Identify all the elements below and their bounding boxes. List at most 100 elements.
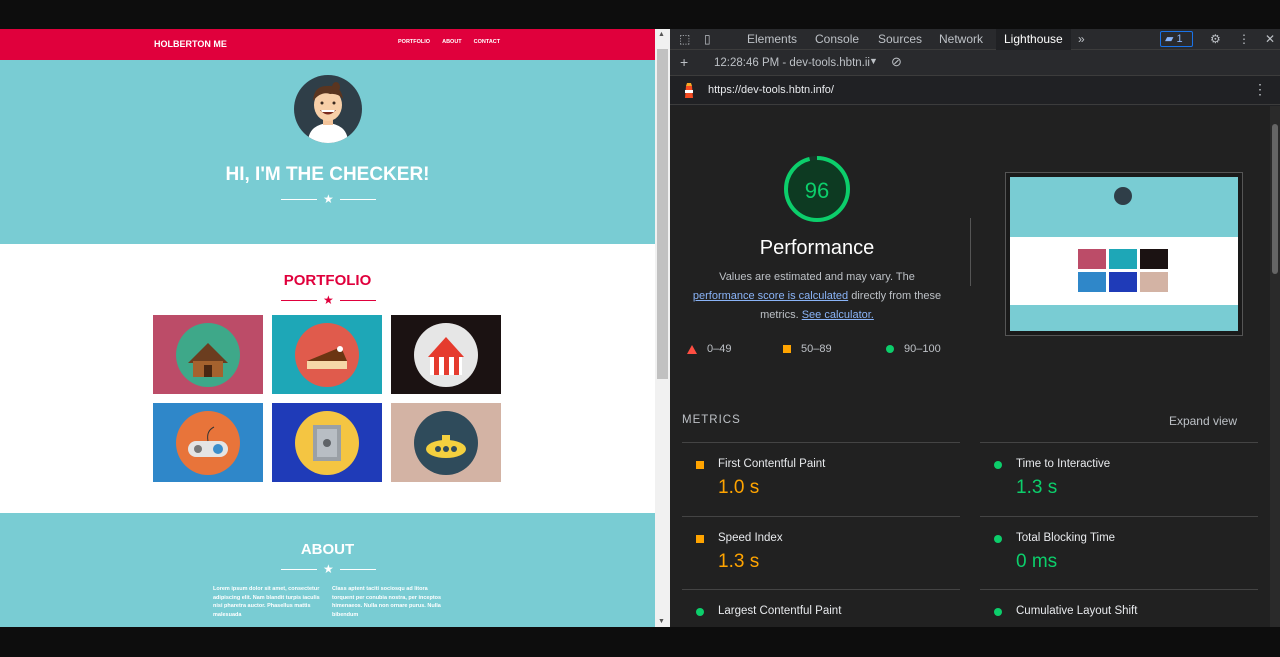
clear-icon[interactable]: ⊘ — [891, 54, 902, 70]
report-menu-icon[interactable]: ⋮ — [1253, 81, 1267, 98]
score-calculated-link[interactable]: performance score is calculated — [693, 290, 848, 302]
site-navbar: HOLBERTON ME PORTFOLIO ABOUT CONTACT — [0, 29, 655, 60]
portfolio-tile-cake[interactable] — [272, 315, 382, 394]
portfolio-tile-submarine[interactable] — [391, 403, 501, 482]
circus-tent-icon — [414, 322, 478, 387]
report-selector[interactable]: 12:28:46 PM - dev-tools.hbtn.ii — [714, 57, 870, 69]
see-calculator-link[interactable]: See calculator. — [802, 309, 874, 321]
tab-network[interactable]: Network — [939, 32, 983, 46]
portfolio-divider: ★ — [281, 294, 376, 306]
portfolio-tile-safe[interactable] — [272, 403, 382, 482]
star-icon: ★ — [323, 562, 334, 576]
dropdown-arrow-icon[interactable]: ▼ — [869, 56, 878, 66]
desc-text-1: Values are estimated and may vary. The — [719, 271, 915, 283]
metric-value: 1.0 s — [718, 477, 760, 498]
issues-badge[interactable]: ▰ 1 — [1160, 31, 1193, 47]
about-text-col2: Class aptent taciti sociosqu ad litora t… — [332, 586, 442, 618]
average-square-icon — [783, 345, 791, 353]
metric-name: First Contentful Paint — [718, 458, 826, 470]
issues-count: 1 — [1176, 33, 1183, 45]
performance-title: Performance — [759, 237, 875, 259]
pass-circle-icon — [994, 608, 1002, 616]
lighthouse-toolbar: + 12:28:46 PM - dev-tools.hbtn.ii ▼ ⊘ — [670, 50, 1280, 76]
site-brand[interactable]: HOLBERTON ME — [154, 39, 227, 49]
site-nav-links: PORTFOLIO ABOUT CONTACT — [398, 39, 500, 45]
devtools-panel: ⬚ ▯ Elements Console Sources Network Lig… — [670, 29, 1280, 627]
about-text-col1: Lorem ipsum dolor sit amet, consectetur … — [213, 586, 320, 618]
metric-name: Speed Index — [718, 532, 783, 544]
portfolio-tile-controller[interactable] — [153, 403, 263, 482]
report-url-bar: https://dev-tools.hbtn.info/ ⋮ — [670, 76, 1280, 105]
metric-cls: Cumulative Layout Shift — [980, 589, 1258, 627]
metric-tbt: Total Blocking Time 0 ms — [980, 516, 1258, 589]
safe-icon — [295, 410, 359, 475]
scroll-down-icon[interactable]: ▼ — [658, 618, 665, 625]
about-title: ABOUT — [300, 541, 355, 558]
star-icon: ★ — [323, 293, 334, 307]
legend-pass-label: 90–100 — [904, 343, 941, 355]
legend-average: 50–89 — [783, 343, 832, 355]
metric-value: 0 ms — [1016, 551, 1058, 572]
portfolio-section: PORTFOLIO ★ — [0, 244, 655, 513]
cabin-icon — [176, 322, 240, 387]
metric-lcp: Largest Contentful Paint — [682, 589, 960, 627]
pass-circle-icon — [994, 535, 1002, 543]
more-tabs-icon[interactable]: » — [1078, 32, 1085, 46]
metric-name: Time to Interactive — [1016, 458, 1111, 470]
expand-view-toggle[interactable]: Expand view — [1169, 414, 1237, 428]
metric-tti: Time to Interactive 1.3 s — [980, 442, 1258, 516]
lighthouse-icon — [685, 83, 693, 98]
star-icon: ★ — [323, 192, 334, 206]
about-divider: ★ — [281, 563, 376, 575]
portfolio-tile-cabin[interactable] — [153, 315, 263, 394]
cake-icon — [295, 322, 359, 387]
page-scrollbar-thumb[interactable] — [657, 49, 668, 379]
tab-sources[interactable]: Sources — [878, 32, 922, 46]
new-report-icon[interactable]: + — [680, 54, 688, 70]
inspect-element-icon[interactable]: ⬚ — [679, 32, 690, 46]
hero-title: HI, I'M THE CHECKER! — [225, 164, 430, 185]
portfolio-grid — [153, 315, 501, 482]
tab-console[interactable]: Console — [815, 32, 859, 46]
submarine-icon — [414, 410, 478, 475]
metric-name: Cumulative Layout Shift — [1016, 605, 1138, 617]
portfolio-tile-circus[interactable] — [391, 315, 501, 394]
pass-circle-icon — [886, 345, 894, 353]
metric-speed-index: Speed Index 1.3 s — [682, 516, 960, 589]
final-screenshot[interactable] — [1005, 172, 1243, 336]
legend-fail-label: 0–49 — [707, 343, 732, 355]
hero-section: HI, I'M THE CHECKER! ★ — [0, 60, 655, 244]
page-scrollbar[interactable]: ▲ ▼ — [655, 29, 670, 627]
nav-link-portfolio[interactable]: PORTFOLIO — [398, 39, 430, 45]
performance-score: 96 — [804, 178, 830, 203]
metric-value: 1.3 s — [718, 551, 760, 572]
performance-description: Values are estimated and may vary. The p… — [680, 268, 954, 325]
legend-pass: 90–100 — [886, 343, 941, 355]
legend-average-label: 50–89 — [801, 343, 832, 355]
pass-circle-icon — [994, 461, 1002, 469]
metric-value: 1.3 s — [1016, 477, 1058, 498]
metric-fcp: First Contentful Paint 1.0 s — [682, 442, 960, 516]
about-section: ABOUT ★ Lorem ipsum dolor sit amet, cons… — [0, 513, 655, 627]
fail-triangle-icon — [687, 344, 697, 354]
close-icon[interactable]: ✕ — [1265, 32, 1275, 46]
report-url: https://dev-tools.hbtn.info/ — [708, 84, 834, 96]
portfolio-title: PORTFOLIO — [283, 272, 372, 289]
device-toolbar-icon[interactable]: ▯ — [704, 32, 711, 46]
website-viewport: HOLBERTON ME PORTFOLIO ABOUT CONTACT HI,… — [0, 29, 655, 627]
settings-gear-icon[interactable]: ⚙ — [1210, 32, 1221, 46]
tab-lighthouse[interactable]: Lighthouse — [996, 29, 1071, 50]
average-square-icon — [696, 535, 704, 543]
more-options-icon[interactable]: ⋮ — [1238, 32, 1250, 46]
report-scrollbar[interactable] — [1270, 106, 1280, 627]
metric-name: Largest Contentful Paint — [718, 605, 842, 617]
nav-link-about[interactable]: ABOUT — [442, 39, 462, 45]
game-controller-icon — [176, 410, 240, 475]
tab-elements[interactable]: Elements — [747, 32, 797, 46]
pass-circle-icon — [696, 608, 704, 616]
nav-link-contact[interactable]: CONTACT — [474, 39, 500, 45]
divider — [970, 218, 971, 286]
scroll-up-icon[interactable]: ▲ — [658, 31, 665, 38]
report-scrollbar-thumb[interactable] — [1272, 124, 1278, 274]
avatar — [294, 75, 362, 143]
